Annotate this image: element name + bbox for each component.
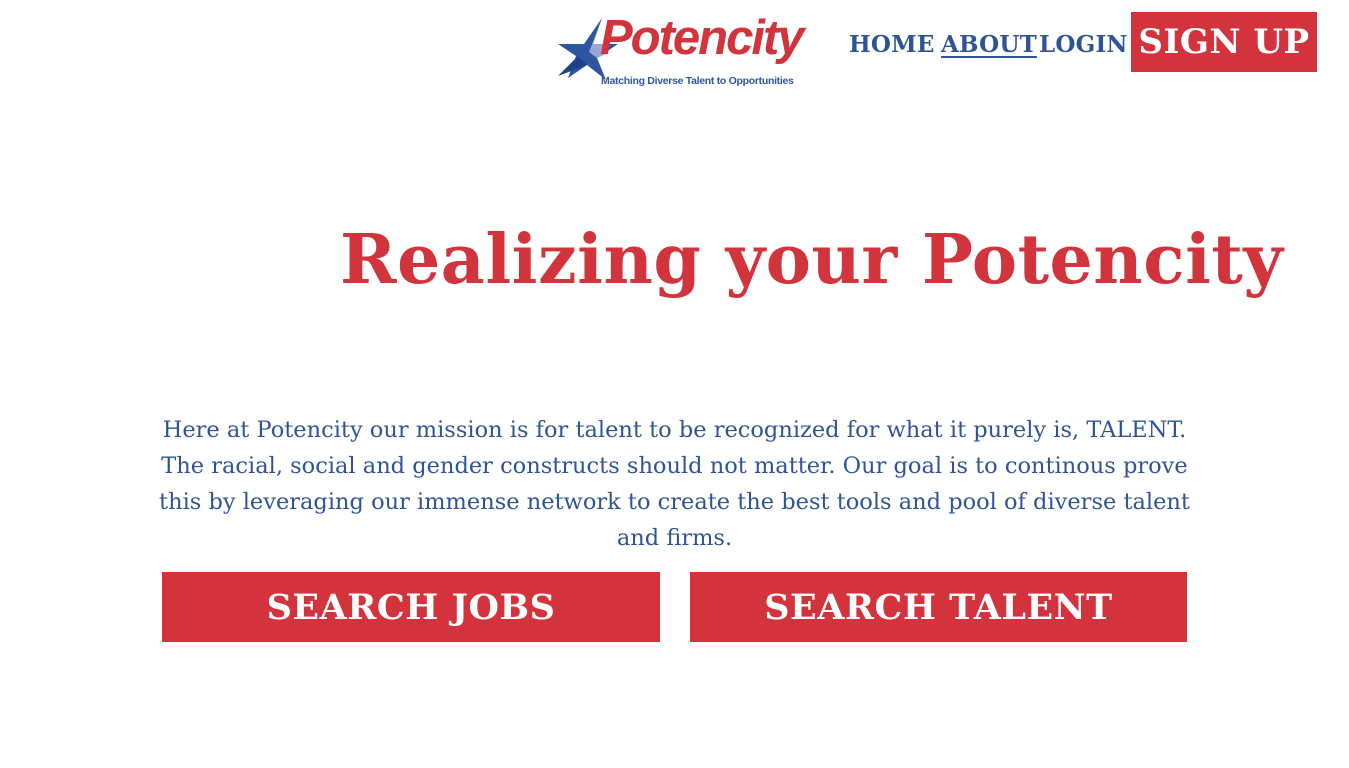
- hero-title: Realizing your Potencity: [340, 220, 1284, 300]
- nav-login-link[interactable]: LOGIN: [1039, 31, 1128, 58]
- nav-about-link[interactable]: ABOUT: [941, 31, 1037, 58]
- potencity-logo[interactable]: Potencity Matching Diverse Talent to Opp…: [556, 11, 822, 92]
- logo-wordmark: Potencity: [600, 11, 805, 65]
- sign-up-button[interactable]: SIGN UP: [1131, 12, 1317, 72]
- logo-tagline: Matching Diverse Talent to Opportunities: [601, 75, 794, 87]
- search-talent-button[interactable]: SEARCH TALENT: [690, 572, 1187, 642]
- nav-home-link[interactable]: HOME: [849, 31, 935, 58]
- mission-statement: Here at Potencity our mission is for tal…: [159, 417, 1190, 551]
- site-header: Potencity Matching Diverse Talent to Opp…: [0, 0, 1349, 100]
- search-jobs-button[interactable]: SEARCH JOBS: [162, 572, 660, 642]
